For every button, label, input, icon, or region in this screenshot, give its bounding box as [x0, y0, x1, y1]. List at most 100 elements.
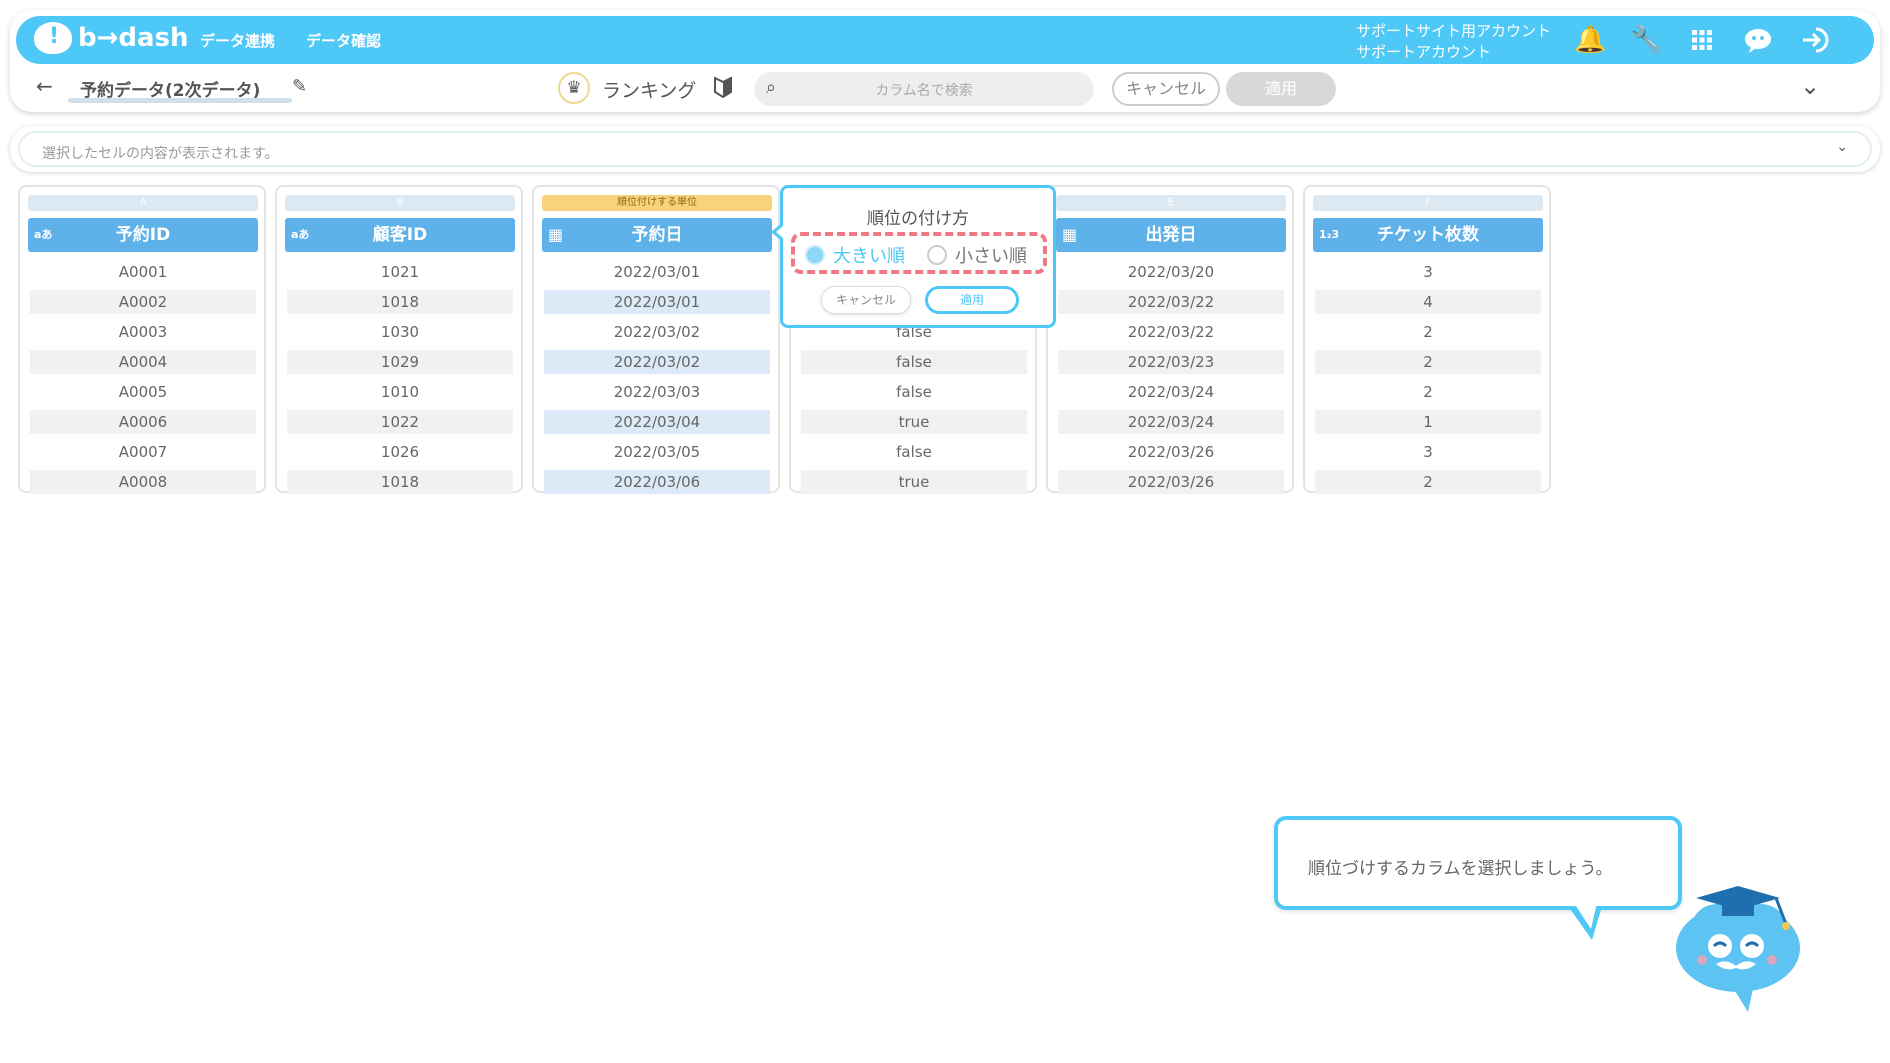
data-column[interactable]: 順位付けする単位 ▦ 予約日 2022/03/01 2022/03/01 2022/03/… — [532, 185, 780, 494]
column-search[interactable]: ⌕ カラム名で検索 — [754, 72, 1094, 106]
table-cell[interactable]: 1010 — [287, 380, 513, 404]
data-column[interactable]: F 1₂3 チケット枚数 3 4 2 2 2 1 3 2 — [1303, 185, 1551, 494]
back-arrow-icon[interactable]: ← — [36, 74, 53, 98]
table-cell[interactable]: 2022/03/22 — [1058, 320, 1284, 344]
column-header[interactable]: ▦ 出発日 — [1056, 218, 1286, 252]
mode-label: ランキング — [602, 80, 697, 102]
column-header-label: 予約日 — [631, 225, 683, 245]
table-cell[interactable]: 2 — [1315, 350, 1541, 374]
beginner-mark-icon[interactable] — [714, 76, 732, 103]
table-cell[interactable]: A0006 — [30, 410, 256, 434]
table-cell[interactable]: 4 — [1315, 290, 1541, 314]
table-cell[interactable]: true — [801, 410, 1027, 434]
cell-content-placeholder: 選択したセルの内容が表示されます。 — [42, 146, 279, 162]
guide-tooltip: 順位づけするカラムを選択しましょう。 — [1274, 816, 1682, 940]
logout-icon[interactable] — [1798, 24, 1830, 56]
table-cell[interactable]: A0003 — [30, 320, 256, 344]
column-header-label: 予約ID — [115, 225, 171, 245]
nav-data-check[interactable]: データ確認 — [306, 30, 381, 51]
table-cell[interactable]: 1021 — [287, 260, 513, 284]
column-header-label: 顧客ID — [372, 225, 428, 245]
table-cell[interactable]: 2022/03/05 — [544, 440, 770, 464]
table-cell[interactable]: A0002 — [30, 290, 256, 314]
logo-text: b→dash — [78, 23, 189, 53]
dataset-name-underline — [68, 98, 292, 103]
column-header[interactable]: aあ 顧客ID — [285, 218, 515, 252]
chevron-down-icon[interactable]: ⌄ — [1800, 72, 1820, 100]
table-cell[interactable]: 2022/03/01 — [544, 260, 770, 284]
data-column[interactable]: Baあ 顧客ID 1021 1018 1030 1029 1010 1022 1026 1018 — [275, 185, 523, 494]
account-line1: サポートサイト用アカウント — [1356, 22, 1552, 40]
table-cell[interactable]: true — [801, 470, 1027, 494]
table-cell[interactable]: 2022/03/26 — [1058, 470, 1284, 494]
table-cell[interactable]: false — [801, 440, 1027, 464]
table-cell[interactable]: 3 — [1315, 440, 1541, 464]
tooltip-tail-inner — [1574, 903, 1597, 929]
column-header-label: 出発日 — [1145, 225, 1197, 245]
table-cell[interactable]: 2022/03/02 — [544, 350, 770, 374]
table-cell[interactable]: 1022 — [287, 410, 513, 434]
app-logo[interactable]: b→dash — [34, 22, 189, 54]
table-cell[interactable]: 2022/03/04 — [544, 410, 770, 434]
table-cell[interactable]: A0007 — [30, 440, 256, 464]
calendar-icon: ▦ — [1062, 225, 1078, 244]
table-cell[interactable]: A0001 — [30, 260, 256, 284]
bell-icon[interactable]: 🔔 — [1574, 24, 1606, 56]
data-column[interactable]: Aaあ 予約ID A0001 A0002 A0003 A0004 A0005 A0006 A00… — [18, 185, 266, 494]
option-ascending[interactable]: 小さい順 — [927, 242, 1027, 268]
table-cell[interactable]: 2022/03/01 — [544, 290, 770, 314]
table-cell[interactable]: 2022/03/22 — [1058, 290, 1284, 314]
table-cell[interactable]: 1018 — [287, 290, 513, 314]
table-cell[interactable]: 1030 — [287, 320, 513, 344]
table-cell[interactable]: 1018 — [287, 470, 513, 494]
table-cell[interactable]: 3 — [1315, 260, 1541, 284]
cell-content-field[interactable]: 選択したセルの内容が表示されます。 ⌄ — [18, 131, 1872, 167]
cell-content-bar: 選択したセルの内容が表示されます。 ⌄ — [10, 126, 1880, 172]
option-descending-label: 大きい順 — [833, 246, 905, 267]
column-letter: B — [285, 195, 515, 211]
table-cell[interactable]: 2022/03/03 — [544, 380, 770, 404]
wrench-icon[interactable]: 🔧 — [1630, 24, 1662, 56]
table-cell[interactable]: 2022/03/20 — [1058, 260, 1284, 284]
column-header[interactable]: aあ 予約ID — [28, 218, 258, 252]
account-info[interactable]: サポートサイト用アカウント サポートアカウント — [1356, 21, 1551, 63]
option-descending[interactable]: 大きい順 — [805, 242, 905, 268]
logo-cloud-icon — [34, 22, 72, 54]
table-cell[interactable]: false — [801, 350, 1027, 374]
pencil-icon[interactable]: ✎ — [292, 76, 307, 97]
table-cell[interactable]: 2022/03/24 — [1058, 380, 1284, 404]
table-cell[interactable]: 2 — [1315, 320, 1541, 344]
expand-chevron-icon[interactable]: ⌄ — [1836, 139, 1848, 155]
calendar-icon: ▦ — [548, 225, 564, 244]
column-letter: E — [1056, 195, 1286, 211]
table-cell[interactable]: 2022/03/02 — [544, 320, 770, 344]
table-cell[interactable]: 1029 — [287, 350, 513, 374]
grid-icon[interactable] — [1686, 24, 1718, 56]
table-cell[interactable]: 2 — [1315, 470, 1541, 494]
order-options-highlight: 大きい順 小さい順 — [791, 232, 1047, 274]
table-cell[interactable]: 2022/03/24 — [1058, 410, 1284, 434]
table-cell[interactable]: 2022/03/06 — [544, 470, 770, 494]
crown-icon: ♛ — [558, 72, 590, 104]
chat-icon[interactable] — [1742, 24, 1774, 56]
nav-data-link[interactable]: データ連携 — [200, 30, 275, 51]
table-cell[interactable]: 2022/03/23 — [1058, 350, 1284, 374]
cancel-button[interactable]: キャンセル — [1112, 72, 1220, 106]
apply-button[interactable]: 適用 — [1226, 72, 1336, 106]
search-placeholder: カラム名で検索 — [875, 83, 973, 99]
column-header-label: チケット枚数 — [1377, 225, 1479, 245]
popup-apply-button[interactable]: 適用 — [925, 286, 1019, 314]
column-header[interactable]: ▦ 予約日 — [542, 218, 772, 252]
data-column[interactable]: E ▦ 出発日 2022/03/20 2022/03/22 2022/03/22 2022/… — [1046, 185, 1294, 494]
table-cell[interactable]: 1 — [1315, 410, 1541, 434]
table-cell[interactable]: A0008 — [30, 470, 256, 494]
table-cell[interactable]: A0004 — [30, 350, 256, 374]
table-cell[interactable]: false — [801, 380, 1027, 404]
table-cell[interactable]: A0005 — [30, 380, 256, 404]
radio-selected-icon — [805, 245, 825, 265]
table-cell[interactable]: 2022/03/26 — [1058, 440, 1284, 464]
popup-cancel-button[interactable]: キャンセル — [821, 286, 911, 314]
table-cell[interactable]: 1026 — [287, 440, 513, 464]
table-cell[interactable]: 2 — [1315, 380, 1541, 404]
column-header[interactable]: 1₂3 チケット枚数 — [1313, 218, 1543, 252]
